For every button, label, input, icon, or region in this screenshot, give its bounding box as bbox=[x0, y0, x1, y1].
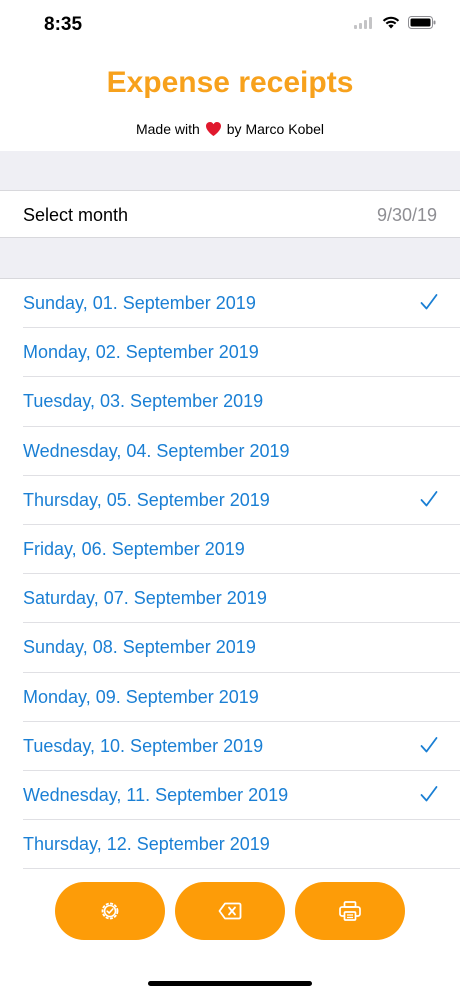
day-label: Saturday, 07. September 2019 bbox=[23, 588, 267, 609]
day-label: Sunday, 08. September 2019 bbox=[23, 637, 256, 658]
day-list: Sunday, 01. September 2019 Monday, 02. Se… bbox=[0, 278, 460, 870]
print-button[interactable] bbox=[295, 882, 405, 940]
day-row[interactable]: Monday, 09. September 2019 bbox=[0, 673, 460, 722]
day-row[interactable]: Wednesday, 11. September 2019 bbox=[0, 771, 460, 821]
home-indicator bbox=[148, 981, 312, 986]
print-icon bbox=[339, 901, 361, 921]
day-label: Sunday, 01. September 2019 bbox=[23, 293, 256, 313]
signal-icon bbox=[354, 16, 372, 29]
day-row[interactable]: Sunday, 08. September 2019 bbox=[0, 623, 460, 673]
battery-icon bbox=[408, 16, 436, 29]
day-row[interactable]: Wednesday, 04. September 2019 bbox=[0, 427, 460, 476]
wifi-icon bbox=[382, 16, 400, 29]
page-title: Expense receipts bbox=[106, 66, 354, 99]
day-label: Friday, 06. September 2019 bbox=[23, 538, 245, 559]
checkmark-icon bbox=[420, 490, 438, 507]
heart-icon bbox=[205, 122, 221, 136]
select-month-row[interactable]: Select month 9/30/19 bbox=[0, 190, 460, 238]
day-row[interactable]: Tuesday, 10. September 2019 bbox=[0, 722, 460, 772]
checkmark-icon bbox=[420, 736, 438, 753]
checkmark-icon bbox=[420, 785, 438, 802]
day-label: Monday, 09. September 2019 bbox=[23, 686, 259, 707]
day-row[interactable]: Thursday, 12. September 2019 bbox=[0, 820, 460, 870]
day-label: Wednesday, 11. September 2019 bbox=[23, 784, 289, 805]
page-subtitle: Made with by Marco Kobel bbox=[0, 121, 460, 137]
select-month-label: Select month bbox=[23, 205, 129, 225]
day-row[interactable]: Saturday, 07. September 2019 bbox=[0, 574, 460, 624]
section-separator bbox=[0, 238, 460, 278]
day-label: Thursday, 05. September 2019 bbox=[23, 489, 270, 510]
day-row[interactable]: Tuesday, 03. September 2019 bbox=[0, 377, 460, 427]
delete-icon bbox=[218, 902, 242, 920]
checkmark-icon bbox=[420, 294, 438, 310]
subtitle-prefix: Made with bbox=[135, 121, 200, 137]
section-separator bbox=[0, 151, 460, 190]
day-label: Monday, 02. September 2019 bbox=[23, 342, 259, 363]
day-row[interactable]: Thursday, 05. September 2019 bbox=[0, 476, 460, 526]
day-row[interactable]: Monday, 02. September 2019 bbox=[0, 328, 460, 378]
delete-button[interactable] bbox=[175, 882, 285, 940]
select-month-value: 9/30/19 bbox=[376, 205, 437, 225]
status-bar: 8:35 bbox=[0, 0, 460, 50]
settings-icon bbox=[101, 902, 119, 920]
status-icons bbox=[354, 16, 436, 29]
day-label: Tuesday, 10. September 2019 bbox=[23, 735, 264, 756]
day-label: Wednesday, 04. September 2019 bbox=[23, 440, 290, 461]
day-row[interactable]: Friday, 06. September 2019 bbox=[0, 525, 460, 575]
day-label: Thursday, 12. September 2019 bbox=[23, 834, 270, 855]
settings-button[interactable] bbox=[55, 882, 165, 940]
day-row[interactable]: Sunday, 01. September 2019 bbox=[0, 279, 460, 329]
subtitle-suffix: by Marco Kobel bbox=[226, 121, 325, 137]
status-time: 8:35 bbox=[44, 14, 83, 35]
day-label: Tuesday, 03. September 2019 bbox=[23, 391, 264, 412]
